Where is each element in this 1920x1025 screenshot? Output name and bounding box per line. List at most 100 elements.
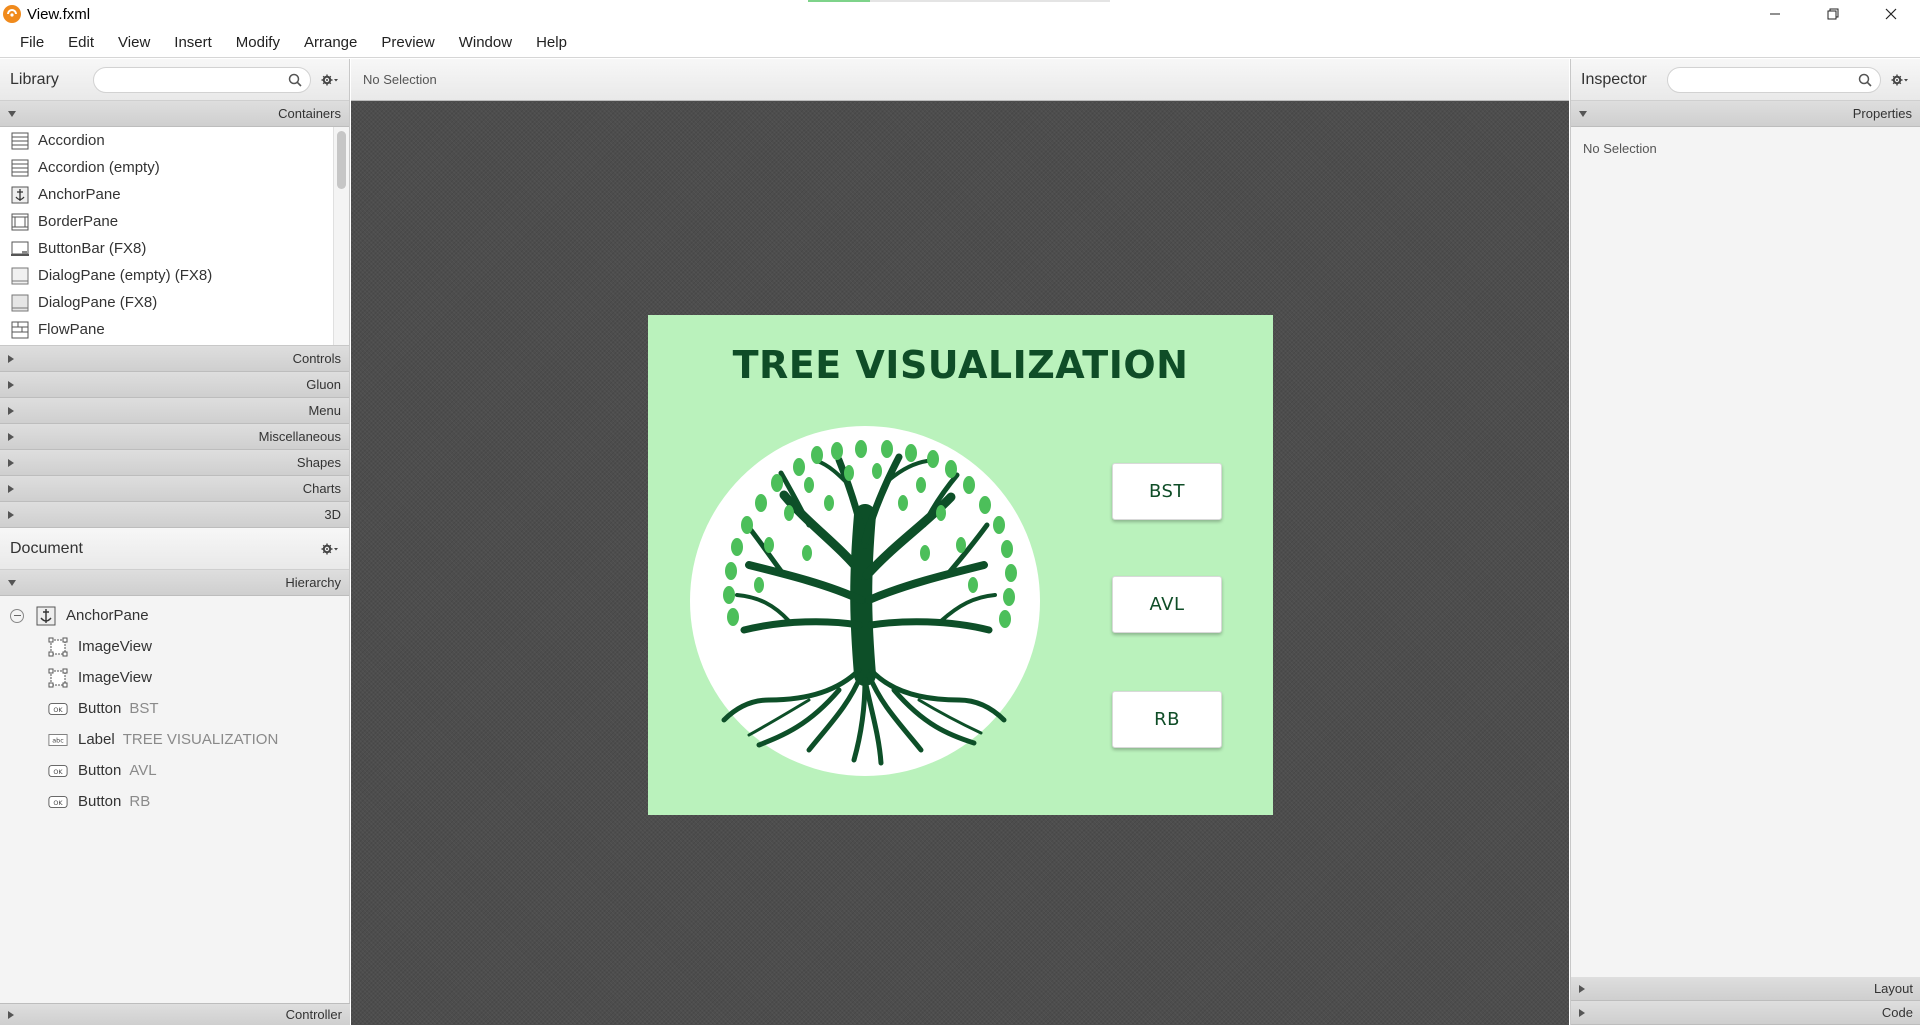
collapse-arrow-icon xyxy=(8,484,14,493)
anchorpane-icon xyxy=(36,606,56,626)
library-item[interactable]: Accordion (empty) xyxy=(0,154,349,181)
section-containers[interactable]: Containers xyxy=(0,101,349,127)
section-code[interactable]: Code xyxy=(1571,1001,1920,1025)
expand-arrow-icon xyxy=(8,110,16,117)
menu-help[interactable]: Help xyxy=(524,28,579,58)
menu-window[interactable]: Window xyxy=(447,28,524,58)
library-item[interactable]: FlowPane xyxy=(0,316,349,343)
minimize-button[interactable] xyxy=(1746,0,1804,28)
restore-button[interactable] xyxy=(1804,0,1862,28)
library-item[interactable]: DialogPane (FX8) xyxy=(0,289,349,316)
menu-modify[interactable]: Modify xyxy=(224,28,292,58)
section-properties[interactable]: Properties xyxy=(1571,101,1920,127)
buttonbar-icon xyxy=(10,240,30,258)
tree-row[interactable]: abc Label TREE VISUALIZATION xyxy=(0,724,349,755)
collapse-arrow-icon xyxy=(8,380,14,389)
rb-button[interactable]: RB xyxy=(1112,691,1222,748)
collapse-arrow-icon xyxy=(1579,1008,1585,1017)
button-icon: OK xyxy=(48,761,68,781)
button-icon: OK xyxy=(48,699,68,719)
library-item[interactable]: AnchorPane xyxy=(0,181,349,208)
svg-text:abc: abc xyxy=(52,737,64,744)
inspector-title: Inspector xyxy=(1581,70,1647,88)
library-settings-button[interactable] xyxy=(321,73,339,87)
accordion-icon xyxy=(10,159,30,177)
menu-file[interactable]: File xyxy=(8,28,56,58)
section-hierarchy[interactable]: Hierarchy xyxy=(0,570,349,596)
selection-breadcrumb: No Selection xyxy=(351,59,1569,101)
section-shapes[interactable]: Shapes xyxy=(0,450,349,476)
inspector-search-input[interactable] xyxy=(1680,67,1850,92)
minimize-icon xyxy=(1770,13,1780,15)
library-item[interactable]: Accordion xyxy=(0,127,349,154)
library-item[interactable]: BorderPane xyxy=(0,208,349,235)
library-list: Accordion Accordion (empty) AnchorPane B… xyxy=(0,127,349,346)
library-title: Library xyxy=(10,70,59,88)
library-item[interactable]: DialogPane (empty) (FX8) xyxy=(0,262,349,289)
svg-text:OK: OK xyxy=(53,707,63,714)
button-icon: OK xyxy=(48,792,68,812)
accordion-icon xyxy=(10,132,30,150)
menu-edit[interactable]: Edit xyxy=(56,28,106,58)
collapse-arrow-icon xyxy=(8,458,14,467)
collapse-toggle-icon[interactable] xyxy=(10,608,24,623)
section-layout[interactable]: Layout xyxy=(1571,977,1920,1001)
inspector-search xyxy=(1667,66,1881,93)
search-icon[interactable] xyxy=(288,73,302,87)
window-titlebar: View.fxml xyxy=(0,0,1920,28)
tree-row[interactable]: ImageView xyxy=(0,662,349,693)
section-controls[interactable]: Controls xyxy=(0,346,349,372)
expand-arrow-icon xyxy=(1579,110,1587,117)
tree-row[interactable]: OK Button RB xyxy=(0,786,349,817)
menu-bar: File Edit View Insert Modify Arrange Pre… xyxy=(0,28,1920,58)
left-panel: Library Containers Accordion Accordion (… xyxy=(0,59,350,1025)
design-canvas[interactable]: TREE VISUALIZATION BST AVL RB xyxy=(351,101,1569,1025)
tree-row[interactable]: OK Button AVL xyxy=(0,755,349,786)
library-scroll-thumb[interactable] xyxy=(337,131,346,189)
tree-row[interactable]: OK Button BST xyxy=(0,693,349,724)
document-title: Document xyxy=(10,539,83,557)
tree-of-life-image[interactable] xyxy=(689,425,1042,778)
document-settings-button[interactable] xyxy=(321,542,339,556)
content-area: No Selection TREE VISUALIZATION BST AVL … xyxy=(351,59,1569,1025)
menu-arrange[interactable]: Arrange xyxy=(292,28,369,58)
tree-row-root[interactable]: AnchorPane xyxy=(0,600,349,631)
section-charts[interactable]: Charts xyxy=(0,476,349,502)
section-3d[interactable]: 3D xyxy=(0,502,349,528)
scenebuilder-app-icon xyxy=(3,5,21,23)
section-menu[interactable]: Menu xyxy=(0,398,349,424)
library-scrollbar[interactable] xyxy=(333,127,349,345)
svg-text:OK: OK xyxy=(53,769,63,776)
search-icon[interactable] xyxy=(1858,73,1872,87)
scene-anchorpane[interactable]: TREE VISUALIZATION BST AVL RB xyxy=(648,315,1273,815)
window-title: View.fxml xyxy=(27,5,91,23)
section-miscellaneous[interactable]: Miscellaneous xyxy=(0,424,349,450)
anchorpane-icon xyxy=(10,186,30,204)
flowpane-icon xyxy=(10,321,30,339)
menu-preview[interactable]: Preview xyxy=(369,28,446,58)
inspector-panel: Inspector Properties No Selection Layout… xyxy=(1570,59,1920,1025)
gear-icon xyxy=(321,543,338,554)
collapse-arrow-icon xyxy=(8,432,14,441)
menu-insert[interactable]: Insert xyxy=(162,28,224,58)
section-containers-label: Containers xyxy=(278,106,341,121)
label-icon: abc xyxy=(48,730,68,750)
section-gluon[interactable]: Gluon xyxy=(0,372,349,398)
avl-button[interactable]: AVL xyxy=(1112,576,1222,633)
gear-icon xyxy=(1891,74,1908,85)
dialogpane-icon xyxy=(10,267,30,285)
library-item[interactable]: ButtonBar (FX8) xyxy=(0,235,349,262)
gear-icon xyxy=(321,74,338,85)
menu-view[interactable]: View xyxy=(106,28,162,58)
hierarchy-tree: AnchorPane ImageView ImageView OK Button… xyxy=(0,596,349,817)
tree-row[interactable]: ImageView xyxy=(0,631,349,662)
scene-title-label[interactable]: TREE VISUALIZATION xyxy=(648,343,1273,387)
bst-button[interactable]: BST xyxy=(1112,463,1222,520)
collapse-arrow-icon xyxy=(1579,984,1585,993)
section-controller[interactable]: Controller xyxy=(0,1003,350,1025)
imageview-icon xyxy=(48,637,68,657)
library-search-input[interactable] xyxy=(105,67,286,92)
library-search xyxy=(92,66,311,93)
inspector-settings-button[interactable] xyxy=(1891,73,1909,87)
close-button[interactable] xyxy=(1862,0,1920,28)
